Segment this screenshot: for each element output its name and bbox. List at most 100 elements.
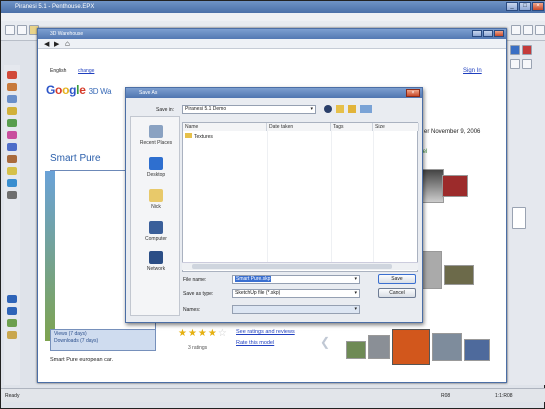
- warehouse-maximize-button[interactable]: [483, 30, 493, 37]
- model-thumbnail[interactable]: [444, 265, 474, 285]
- save-as-type-label: Save as type:: [183, 291, 214, 297]
- status-bar: Ready R08 1:1:R08: [1, 388, 545, 402]
- views-menu-icon[interactable]: [360, 105, 372, 113]
- column-header-size[interactable]: Size: [373, 123, 419, 131]
- paint-icon[interactable]: [7, 131, 17, 139]
- file-row[interactable]: Textures: [185, 133, 213, 140]
- warehouse-minimize-button[interactable]: [472, 30, 482, 37]
- upload-date: er November 9, 2006: [424, 129, 481, 135]
- warehouse-close-button[interactable]: [494, 30, 504, 37]
- panel-icon[interactable]: [510, 45, 520, 55]
- fill-icon[interactable]: [7, 119, 17, 127]
- hand-icon[interactable]: [7, 191, 17, 199]
- column-header-name[interactable]: Name: [183, 123, 267, 131]
- forward-icon[interactable]: ▶: [54, 40, 59, 48]
- desktop-icon: [149, 157, 163, 170]
- dialog-title: Save As: [139, 90, 158, 96]
- place-nick[interactable]: Nick: [133, 189, 179, 210]
- place-computer[interactable]: Computer: [133, 221, 179, 242]
- tool-icon[interactable]: [523, 25, 533, 35]
- layers-icon[interactable]: [7, 307, 17, 315]
- prev-arrow-icon[interactable]: ❮: [320, 335, 330, 349]
- file-name: Textures: [194, 134, 213, 140]
- see-ratings-link[interactable]: See ratings and reviews: [236, 329, 295, 335]
- place-desktop[interactable]: Desktop: [133, 157, 179, 178]
- new-folder-icon[interactable]: [348, 105, 356, 113]
- chevron-down-icon: ▾: [354, 290, 357, 296]
- open-file-icon[interactable]: [17, 25, 27, 35]
- back-icon[interactable]: ◀: [44, 40, 49, 48]
- names-select[interactable]: ▾: [232, 305, 360, 314]
- scrollbar-thumb[interactable]: [192, 264, 392, 269]
- minimize-button[interactable]: _: [506, 2, 518, 11]
- save-button[interactable]: Save: [378, 274, 416, 284]
- column-divider: [331, 131, 332, 263]
- save-as-type-select[interactable]: SketchUp file (*.skp) ▾: [232, 289, 360, 298]
- up-folder-icon[interactable]: [336, 105, 344, 113]
- save-in-select[interactable]: Piranesi 5.1 Demo ▾: [182, 105, 316, 114]
- panel-icon[interactable]: [522, 59, 532, 69]
- column-header-tags[interactable]: Tags: [331, 123, 373, 131]
- downloads-label: Downloads (7 days): [54, 338, 99, 344]
- text-icon[interactable]: [7, 107, 17, 115]
- cutout-icon[interactable]: [7, 331, 17, 339]
- places-bar: Recent Places Desktop Nick Computer Netw…: [130, 116, 180, 316]
- model-thumbnail[interactable]: [432, 333, 462, 361]
- place-recent[interactable]: Recent Places: [133, 125, 179, 146]
- globe-icon[interactable]: [7, 295, 17, 303]
- cancel-button[interactable]: Cancel: [378, 288, 416, 298]
- language-label: English: [50, 68, 67, 74]
- model-thumbnail[interactable]: [464, 339, 490, 361]
- status-field: R08: [441, 393, 451, 399]
- move-icon[interactable]: [7, 143, 17, 151]
- place-label: Computer: [145, 236, 167, 242]
- file-name-value: Smart Pure.skp: [235, 276, 272, 282]
- select-icon[interactable]: [7, 95, 17, 103]
- model-thumbnail[interactable]: [368, 335, 390, 359]
- light-icon[interactable]: [7, 167, 17, 175]
- left-toolbar: [4, 65, 20, 385]
- change-language-link[interactable]: change: [78, 68, 94, 74]
- file-name-field[interactable]: Smart Pure.skp ▾: [232, 275, 360, 284]
- new-file-icon[interactable]: [5, 25, 15, 35]
- back-icon[interactable]: [324, 105, 332, 113]
- save-in-value: Piranesi 5.1 Demo: [185, 106, 227, 112]
- tool-icon[interactable]: [535, 25, 545, 35]
- sign-in-link[interactable]: Sign In: [463, 68, 482, 74]
- file-list[interactable]: Name Date taken Tags Size Textures: [182, 122, 419, 272]
- recent-places-icon: [149, 125, 163, 138]
- warehouse-title: 3D Warehouse: [50, 31, 84, 37]
- stats-box: Views (7 days) Downloads (7 days): [50, 329, 156, 351]
- brackets-icon[interactable]: [512, 207, 526, 229]
- save-as-dialog: Save As × Save in: Piranesi 5.1 Demo ▾ R…: [125, 87, 423, 323]
- right-toolbar: [508, 41, 545, 385]
- horizontal-scrollbar[interactable]: [182, 262, 418, 270]
- close-button[interactable]: ×: [532, 2, 544, 11]
- model-thumbnail[interactable]: [442, 175, 468, 197]
- dialog-close-button[interactable]: ×: [406, 89, 420, 97]
- panel-icon[interactable]: [510, 59, 520, 69]
- chevron-down-icon: ▾: [310, 106, 313, 112]
- stamp-icon[interactable]: [7, 155, 17, 163]
- column-divider: [267, 131, 268, 263]
- chevron-down-icon: ▾: [354, 276, 357, 282]
- model-thumbnail[interactable]: [346, 341, 366, 359]
- column-header-date[interactable]: Date taken: [267, 123, 331, 131]
- zoom-icon[interactable]: [7, 179, 17, 187]
- model-title: Smart Pure: [50, 153, 101, 164]
- tool-icon[interactable]: [511, 25, 521, 35]
- pencil-icon[interactable]: [7, 83, 17, 91]
- logo-suffix: 3D Wa: [88, 87, 112, 96]
- place-network[interactable]: Network: [133, 251, 179, 272]
- rate-model-link[interactable]: Rate this model: [236, 340, 274, 346]
- app-window: Piranesi 5.1 - Penthouse.EPX _ □ × 3D Wa…: [0, 0, 545, 409]
- model-thumbnail-selected[interactable]: [392, 329, 430, 365]
- brush-icon[interactable]: [7, 71, 17, 79]
- tree-icon[interactable]: [7, 319, 17, 327]
- warehouse-nav-bar: ◀ ▶ ⌂: [38, 39, 506, 49]
- panel-icon[interactable]: [522, 45, 532, 55]
- ratings-count: 3 ratings: [188, 345, 208, 351]
- home-icon[interactable]: ⌂: [65, 39, 70, 48]
- app-title-bar: Piranesi 5.1 - Penthouse.EPX _ □ ×: [1, 1, 545, 13]
- maximize-button[interactable]: □: [519, 2, 531, 11]
